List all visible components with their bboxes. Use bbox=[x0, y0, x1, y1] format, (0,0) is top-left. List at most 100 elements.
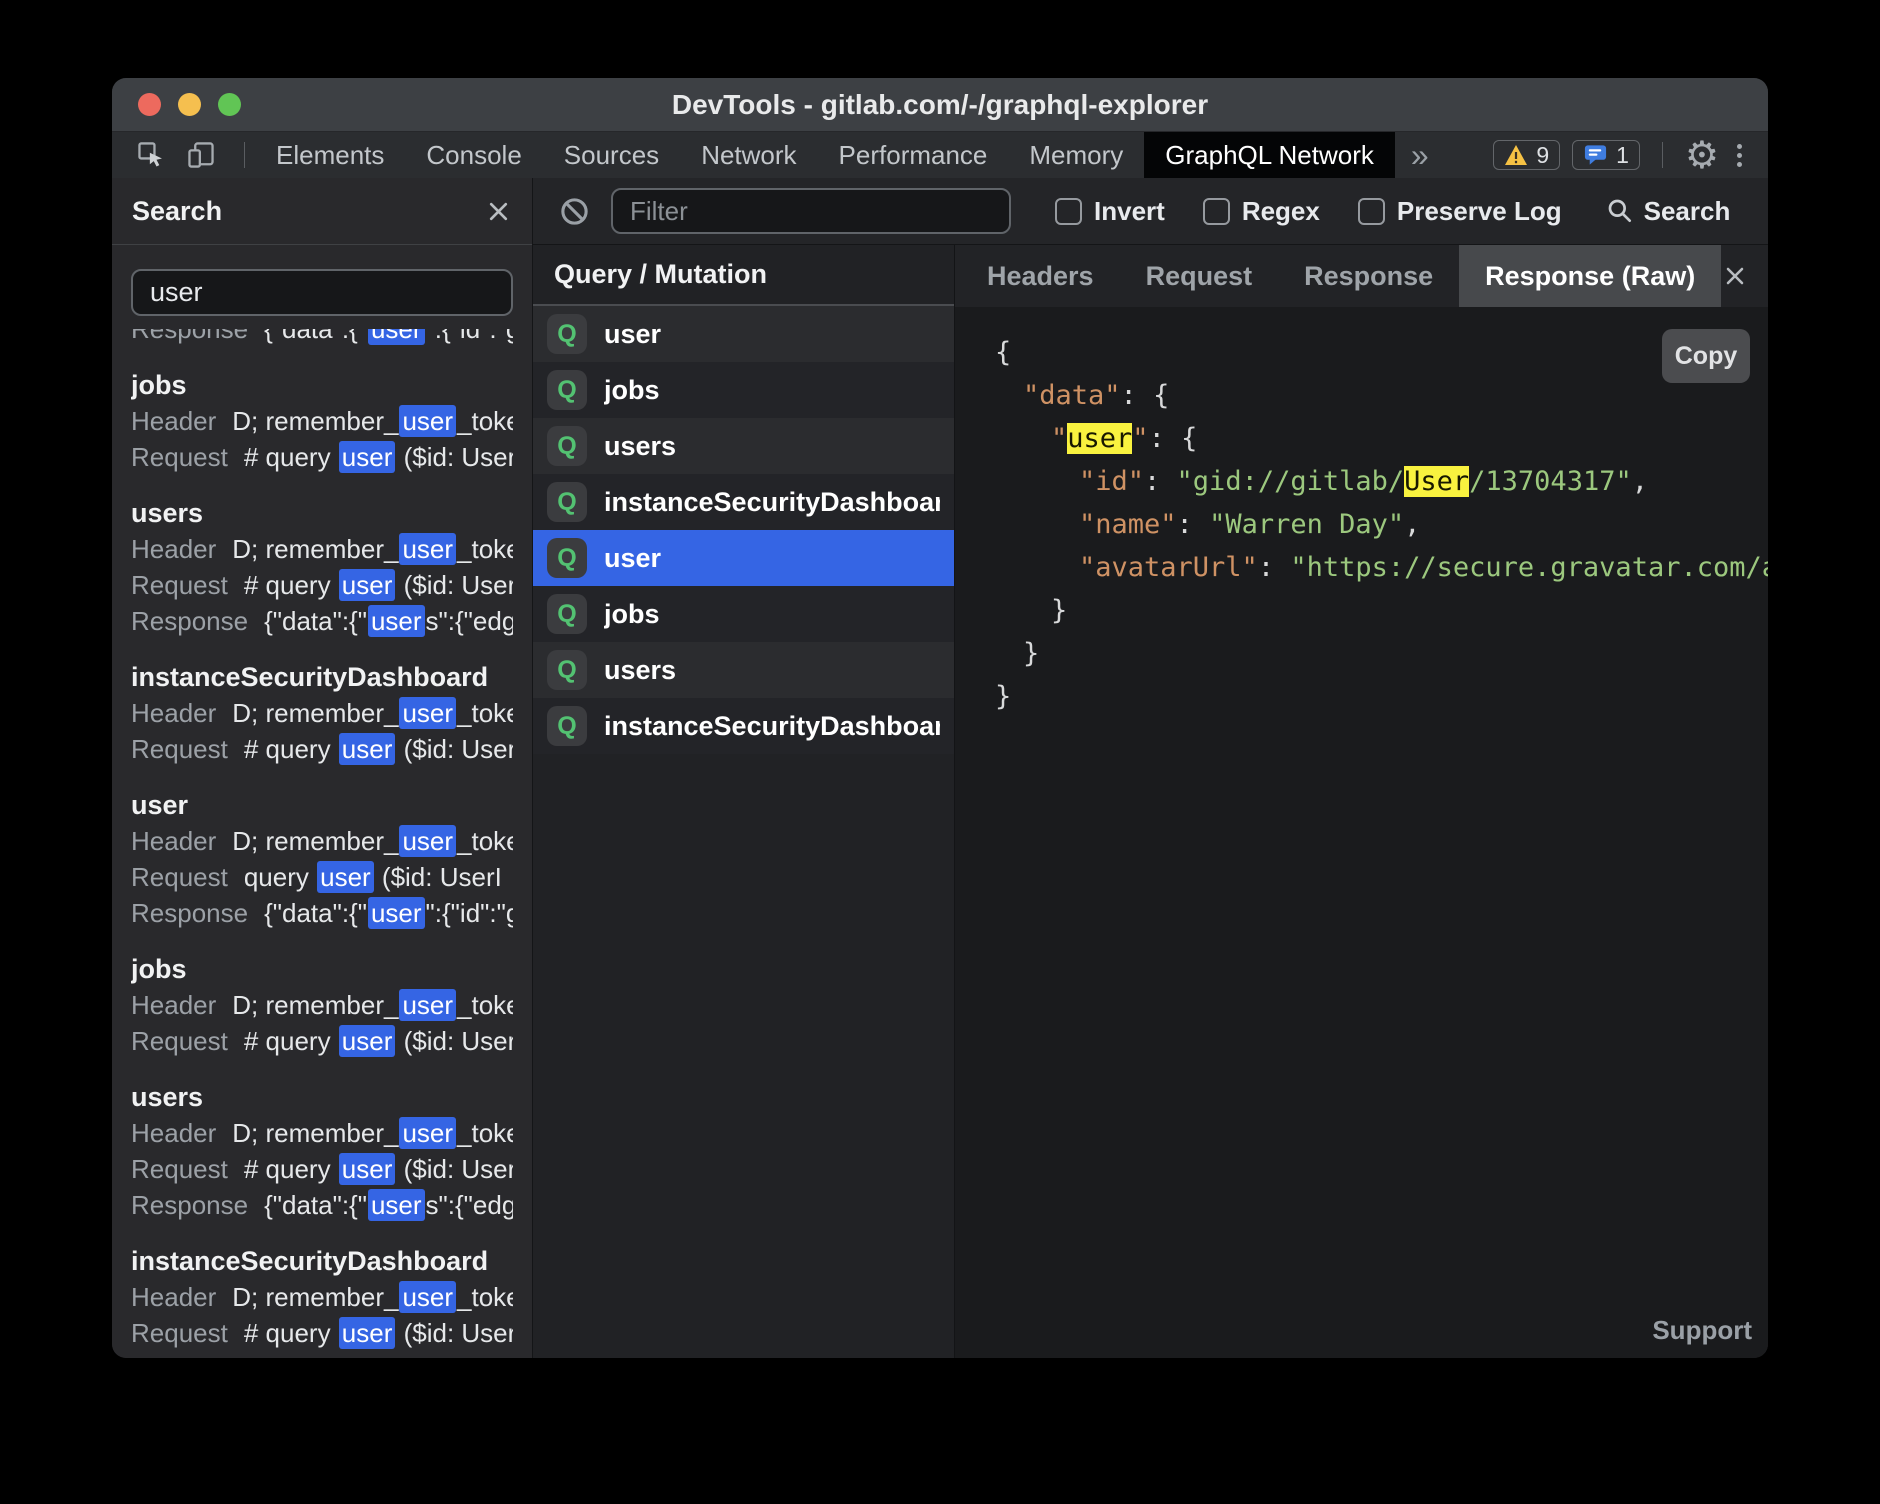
search-result-line[interactable]: Response{"data":{"users":{"edges bbox=[131, 603, 513, 639]
search-result-line[interactable]: HeaderD; remember_user_token=e bbox=[131, 1279, 513, 1315]
device-toolbar-icon[interactable] bbox=[184, 138, 218, 172]
search-result-line[interactable]: Response{"data":{"user":{"id":"gid bbox=[131, 895, 513, 931]
devtools-tab-graphql-network[interactable]: GraphQL Network bbox=[1144, 132, 1395, 178]
query-list-item-users-6[interactable]: Qusers bbox=[533, 642, 954, 698]
detail-tab-request[interactable]: Request bbox=[1120, 245, 1279, 307]
toolbar-divider bbox=[1662, 142, 1663, 168]
search-result-line[interactable]: Request# query user ($id: UserI bbox=[131, 567, 513, 603]
devtools-tab-elements[interactable]: Elements bbox=[255, 132, 405, 178]
search-input[interactable] bbox=[131, 269, 513, 316]
settings-gear-icon[interactable]: ⚙ bbox=[1685, 136, 1719, 174]
search-match-highlight: user bbox=[399, 697, 456, 729]
search-result-line[interactable]: Response{"data":{"users":{"edges bbox=[131, 1187, 513, 1223]
query-name: user bbox=[604, 543, 661, 574]
query-list-item-user-4[interactable]: Quser bbox=[533, 530, 954, 586]
query-list-item-instancesecuritydashboard-7[interactable]: QinstanceSecurityDashboard bbox=[533, 698, 954, 754]
search-result-line[interactable]: Request# query user ($id: UserI bbox=[131, 731, 513, 767]
close-search-panel-button[interactable] bbox=[485, 198, 512, 225]
more-tabs-chevron[interactable]: » bbox=[1395, 132, 1445, 178]
network-panel: Invert Regex Preserve Log Search Query / M… bbox=[533, 178, 1768, 1358]
filter-toggle-regex[interactable]: Regex bbox=[1203, 196, 1320, 227]
search-match-highlight: user bbox=[399, 1117, 456, 1149]
zoom-window-button[interactable] bbox=[218, 93, 241, 116]
result-line-content: # query user ($id: UserI bbox=[244, 1154, 513, 1184]
search-result-line[interactable]: Requestquery user ($id: UserI bbox=[131, 859, 513, 895]
query-rows: QuserQjobsQusersQinstanceSecurityDashboa… bbox=[533, 306, 954, 754]
query-list-item-jobs-1[interactable]: Qjobs bbox=[533, 362, 954, 418]
clear-log-icon[interactable] bbox=[557, 194, 591, 228]
search-result-line[interactable]: Request# query user ($id: UserI bbox=[131, 1023, 513, 1059]
detail-tab-response[interactable]: Response bbox=[1278, 245, 1459, 307]
search-result-line[interactable]: Request# query user ($id: UserI bbox=[131, 1151, 513, 1187]
search-result-line[interactable]: HeaderD; remember_user_token=e bbox=[131, 531, 513, 567]
search-result-line[interactable]: Request# query user ($id: UserI bbox=[131, 1315, 513, 1351]
search-result-section-title[interactable]: instanceSecurityDashboard bbox=[131, 659, 513, 695]
search-input-wrap bbox=[112, 245, 532, 316]
search-result-line[interactable]: HeaderD; remember_user_token=e bbox=[131, 1115, 513, 1151]
search-result-line[interactable]: HeaderD; remember_user_token=e bbox=[131, 987, 513, 1023]
result-line-label: Request bbox=[131, 570, 228, 600]
result-line-label: Request bbox=[131, 862, 228, 892]
search-match-highlight: user bbox=[339, 441, 396, 473]
kebab-menu-icon[interactable] bbox=[1731, 144, 1748, 167]
query-list-header: Query / Mutation bbox=[533, 245, 954, 306]
search-result-line[interactable]: Response{"data":{"user":{"id":"gid bbox=[131, 329, 513, 347]
devtools-tab-memory[interactable]: Memory bbox=[1008, 132, 1144, 178]
result-line-label: Request bbox=[131, 1318, 228, 1348]
query-list-item-users-2[interactable]: Qusers bbox=[533, 418, 954, 474]
query-list-item-jobs-5[interactable]: Qjobs bbox=[533, 586, 954, 642]
issues-badge[interactable]: 1 bbox=[1572, 140, 1640, 170]
minimize-window-button[interactable] bbox=[178, 93, 201, 116]
support-link[interactable]: Support bbox=[1652, 1315, 1752, 1346]
search-result-line[interactable]: HeaderD; remember_user_token=e bbox=[131, 695, 513, 731]
window-controls bbox=[138, 78, 241, 131]
close-detail-button[interactable] bbox=[1721, 245, 1768, 307]
search-result-section-title[interactable]: user bbox=[131, 787, 513, 823]
search-match-highlight: user bbox=[317, 861, 374, 893]
search-result-section-title[interactable]: users bbox=[131, 495, 513, 531]
search-match-highlight: user bbox=[339, 1025, 396, 1057]
search-match-highlight: user bbox=[368, 897, 425, 929]
search-match-highlight: user bbox=[399, 533, 456, 565]
json-line: "id": "gid://gitlab/User/13704317", bbox=[955, 460, 1768, 503]
devtools-tab-sources[interactable]: Sources bbox=[543, 132, 680, 178]
query-list-item-user-0[interactable]: Quser bbox=[533, 306, 954, 362]
devtools-tab-performance[interactable]: Performance bbox=[818, 132, 1009, 178]
search-panel-title: Search bbox=[132, 196, 222, 227]
result-line-content: # query user ($id: UserI bbox=[244, 734, 513, 764]
warnings-badge[interactable]: 9 bbox=[1493, 140, 1560, 170]
titlebar: DevTools - gitlab.com/-/graphql-explorer bbox=[112, 78, 1768, 132]
search-toggle[interactable]: Search bbox=[1606, 196, 1731, 227]
detail-tab-response-raw[interactable]: Response (Raw) bbox=[1459, 245, 1721, 307]
search-result-line[interactable]: HeaderD; remember_user_token=e bbox=[131, 403, 513, 439]
search-result-section-title[interactable]: instanceSecurityDashboard bbox=[131, 1243, 513, 1279]
search-results-list: Response{"data":{"user":{"id":"gidjobsHe… bbox=[112, 329, 532, 1358]
filter-options: Invert Regex Preserve Log bbox=[1055, 196, 1562, 227]
regex-checkbox[interactable] bbox=[1203, 198, 1230, 225]
copy-button[interactable]: Copy bbox=[1662, 329, 1750, 383]
query-type-badge: Q bbox=[547, 706, 587, 746]
invert-checkbox[interactable] bbox=[1055, 198, 1082, 225]
preserve-log-checkbox[interactable] bbox=[1358, 198, 1385, 225]
filter-toggle-preserve-log[interactable]: Preserve Log bbox=[1358, 196, 1562, 227]
query-list-item-instancesecuritydashboard-3[interactable]: QinstanceSecurityDashboard bbox=[533, 474, 954, 530]
close-window-button[interactable] bbox=[138, 93, 161, 116]
search-result-line[interactable]: HeaderD; remember_user_token=e bbox=[131, 823, 513, 859]
devtools-main: Search Response{"data":{"user":{"id":"gi… bbox=[112, 178, 1768, 1358]
search-result-line[interactable]: Request# query user ($id: UserI bbox=[131, 439, 513, 475]
json-line: } bbox=[955, 632, 1768, 675]
devtools-window: DevTools - gitlab.com/-/graphql-explorer bbox=[112, 78, 1768, 1358]
devtools-toolbar-icons bbox=[112, 132, 255, 178]
issues-count: 1 bbox=[1616, 142, 1629, 169]
devtools-tab-console[interactable]: Console bbox=[405, 132, 542, 178]
search-result-section-title[interactable]: jobs bbox=[131, 951, 513, 987]
detail-tab-headers[interactable]: Headers bbox=[961, 245, 1120, 307]
response-raw-view: Copy {"data": {"user": {"id": "gid://git… bbox=[955, 307, 1768, 1358]
search-result-section-title[interactable]: jobs bbox=[131, 367, 513, 403]
filter-toggle-invert[interactable]: Invert bbox=[1055, 196, 1165, 227]
inspect-element-icon[interactable] bbox=[134, 138, 168, 172]
json-line: } bbox=[955, 589, 1768, 632]
filter-input[interactable] bbox=[611, 188, 1011, 234]
search-result-section-title[interactable]: users bbox=[131, 1079, 513, 1115]
devtools-tab-network[interactable]: Network bbox=[680, 132, 817, 178]
